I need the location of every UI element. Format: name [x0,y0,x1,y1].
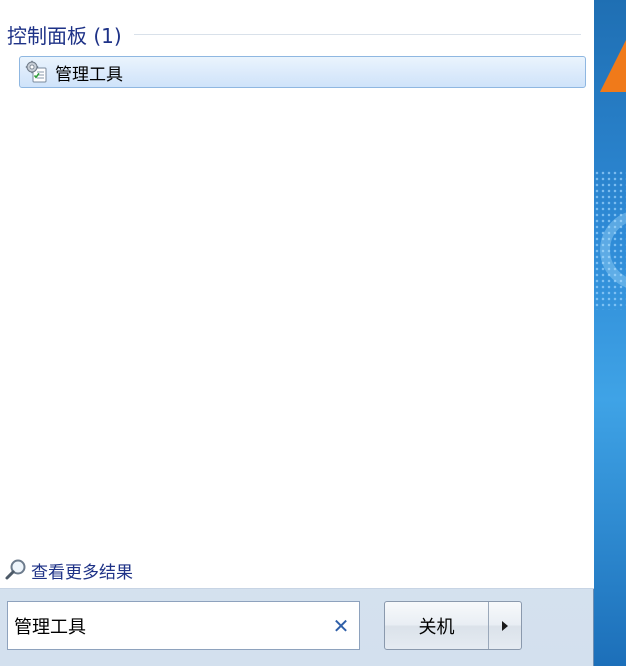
start-menu: 控制面板 (1) 管理工具 查看更多结果 管理工具 ✕ 关机 [0,0,594,666]
section-title[interactable]: 控制面板 (1) [7,20,122,49]
result-item-label: 管理工具 [55,64,123,85]
section-divider [133,33,581,35]
shutdown-options-button[interactable] [489,602,521,649]
admin-tools-icon [25,60,49,84]
magnifier-icon [4,558,28,582]
see-more-label: 查看更多结果 [31,562,133,583]
section-header: 控制面板 (1) [7,20,581,48]
desktop-wallpaper [594,0,626,666]
shutdown-button[interactable]: 关机 [385,602,489,649]
close-icon[interactable]: ✕ [331,614,351,638]
chevron-right-icon [502,620,508,631]
wallpaper-orange-shape [600,40,626,92]
search-box: ✕ [7,601,360,650]
result-item-admin-tools[interactable]: 管理工具 [19,56,586,88]
search-input[interactable] [8,603,331,648]
search-results-pane: 控制面板 (1) 管理工具 查看更多结果 [0,0,594,589]
shutdown-button-group: 关机 [384,601,522,650]
see-more-results-link[interactable]: 查看更多结果 [4,556,133,584]
